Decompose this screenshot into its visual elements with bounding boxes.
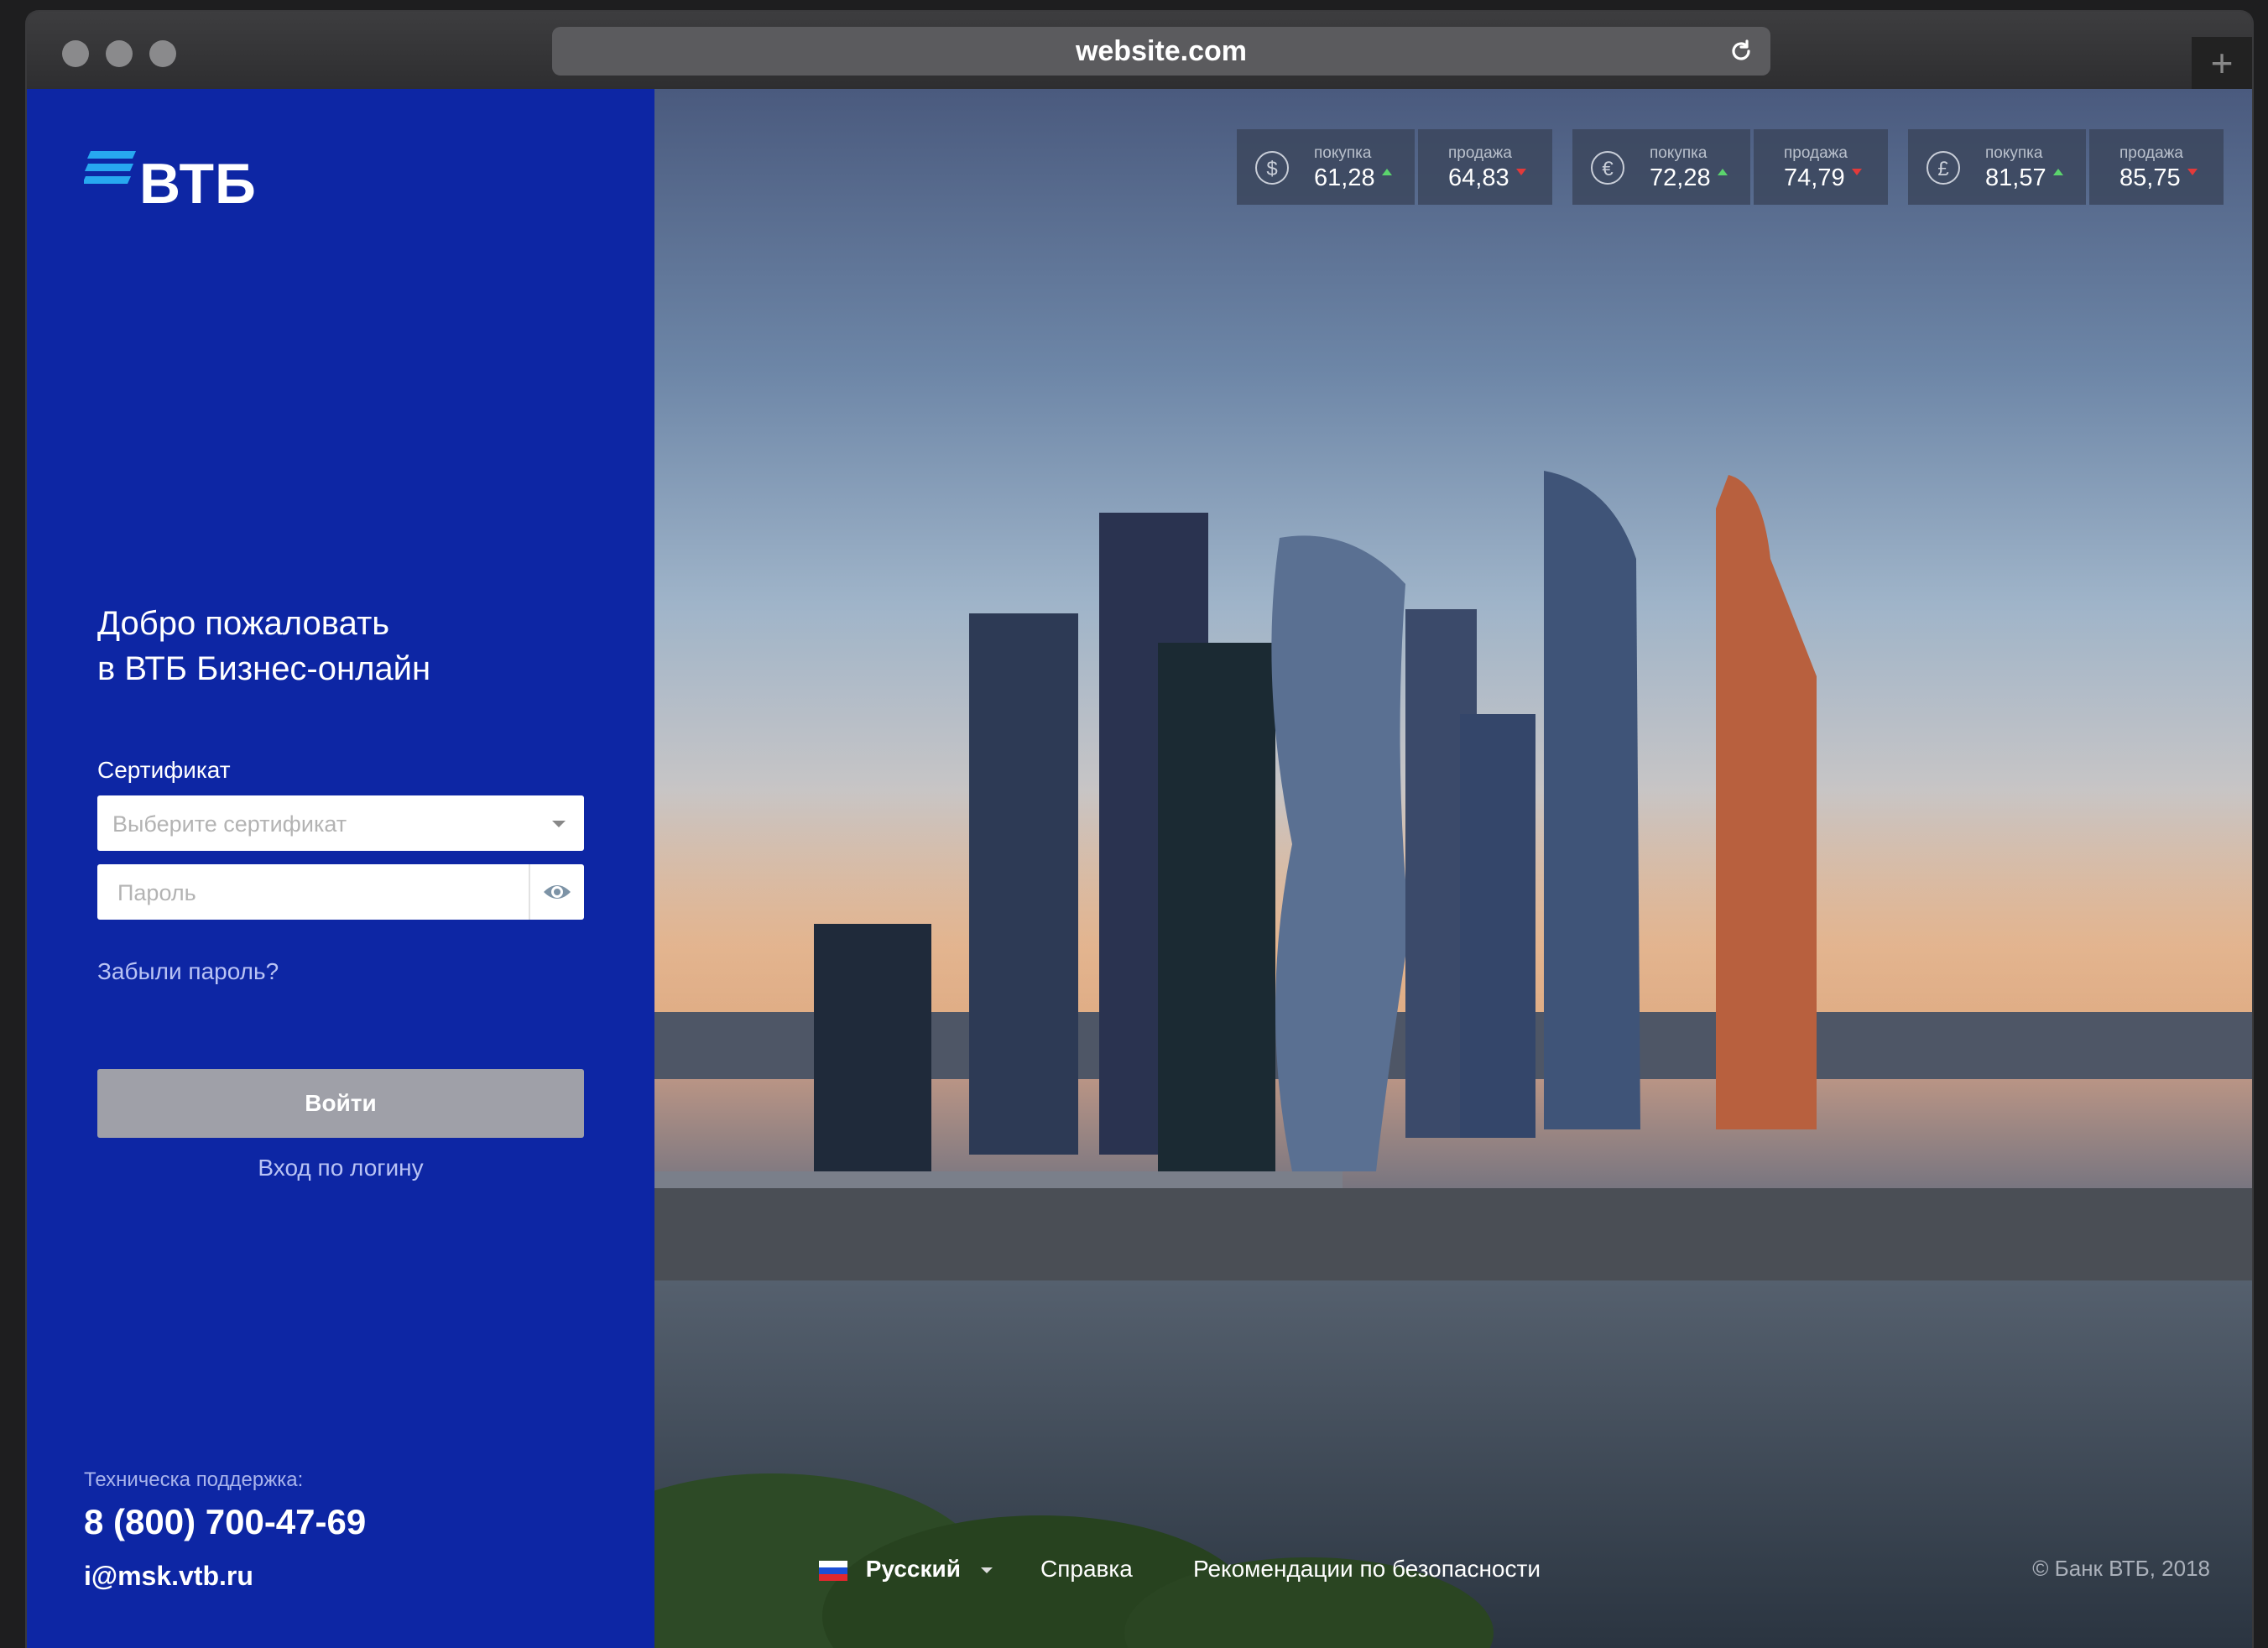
chevron-down-icon — [980, 1567, 993, 1574]
rate-block-usd: $ покупка 61,28 продажа 64,83 — [1237, 129, 1552, 205]
moscow-city-skyline-image — [654, 471, 2252, 1648]
eur-buy-cell: € покупка 72,28 — [1572, 129, 1750, 205]
dollar-icon: $ — [1255, 151, 1289, 185]
support-email[interactable]: i@msk.vtb.ru — [84, 1561, 253, 1592]
gbp-buy-value: 81,57 — [1985, 164, 2063, 192]
trend-down-icon — [1515, 169, 1526, 176]
rate-block-gbp: £ покупка 81,57 продажа 85,75 — [1908, 129, 2224, 205]
trend-up-icon — [1381, 169, 1392, 176]
certificate-select[interactable]: Выберите сертификат — [97, 795, 584, 851]
show-password-eye-icon[interactable] — [542, 879, 572, 905]
page-footer: Русский Справка Рекомендации по безопасн… — [654, 1556, 2252, 1598]
sell-label: продажа — [1784, 144, 1848, 162]
russian-flag-icon — [819, 1560, 847, 1581]
certificate-label: Сертификат — [97, 757, 231, 783]
rate-block-eur: € покупка 72,28 продажа 74,79 — [1572, 129, 1888, 205]
trend-down-icon — [2187, 169, 2198, 176]
eur-sell-cell: продажа 74,79 — [1754, 129, 1888, 205]
usd-sell-value: 64,83 — [1448, 164, 1526, 192]
gbp-sell-value: 85,75 — [2119, 164, 2198, 192]
trend-up-icon — [2052, 169, 2063, 176]
usd-sell-cell: продажа 64,83 — [1418, 129, 1552, 205]
trend-up-icon — [1717, 169, 1728, 176]
login-sidebar: ВТБ Добро пожаловать в ВТБ Бизнес-онлайн… — [27, 89, 654, 1648]
help-link[interactable]: Справка — [1040, 1556, 1133, 1583]
trend-down-icon — [1851, 169, 1862, 176]
language-selector[interactable]: Русский — [819, 1556, 993, 1583]
vtb-logo-stripes-icon — [84, 151, 136, 184]
password-placeholder: Пароль — [117, 880, 196, 905]
hero-background: $ покупка 61,28 продажа 64,83 € покупка … — [654, 89, 2252, 1648]
usd-buy-value: 61,28 — [1314, 164, 1392, 192]
certificate-placeholder: Выберите сертификат — [112, 811, 347, 837]
buy-label: покупка — [1650, 144, 1708, 162]
url-text: website.com — [1075, 35, 1248, 67]
login-button[interactable]: Войти — [97, 1069, 584, 1138]
close-window-button[interactable] — [62, 40, 89, 67]
buy-label: покупка — [1985, 144, 2043, 162]
new-tab-button[interactable]: + — [2192, 37, 2252, 89]
support-label: Техническа поддержка: — [84, 1468, 304, 1491]
gbp-buy-cell: £ покупка 81,57 — [1908, 129, 2086, 205]
sell-label: продажа — [2119, 144, 2183, 162]
eur-buy-value: 72,28 — [1650, 164, 1728, 192]
forgot-password-link[interactable]: Забыли пароль? — [97, 958, 279, 985]
gbp-sell-cell: продажа 85,75 — [2089, 129, 2224, 205]
support-phone[interactable]: 8 (800) 700-47-69 — [84, 1502, 366, 1542]
euro-icon: € — [1591, 151, 1624, 185]
copyright-text: © Банк ВТБ, 2018 — [2032, 1556, 2210, 1581]
reload-icon[interactable] — [1727, 37, 1755, 65]
pound-icon: £ — [1926, 151, 1960, 185]
vtb-logo-text: ВТБ — [139, 152, 257, 216]
address-bar[interactable]: website.com — [552, 27, 1770, 76]
welcome-heading: Добро пожаловать в ВТБ Бизнес-онлайн — [97, 605, 431, 687]
buy-label: покупка — [1314, 144, 1372, 162]
password-divider — [529, 864, 530, 920]
usd-buy-cell: $ покупка 61,28 — [1237, 129, 1415, 205]
minimize-window-button[interactable] — [106, 40, 133, 67]
chevron-down-icon — [552, 821, 566, 827]
security-recommendations-link[interactable]: Рекомендации по безопасности — [1193, 1556, 1541, 1583]
browser-window: website.com + ВТБ Добро пожаловать в ВТБ… — [27, 12, 2252, 1648]
eur-sell-value: 74,79 — [1784, 164, 1862, 192]
password-field[interactable]: Пароль — [97, 864, 584, 920]
zoom-window-button[interactable] — [149, 40, 176, 67]
sell-label: продажа — [1448, 144, 1512, 162]
login-by-username-link[interactable]: Вход по логину — [97, 1155, 584, 1181]
browser-titlebar: website.com + — [27, 12, 2252, 89]
language-label: Русский — [865, 1556, 961, 1582]
